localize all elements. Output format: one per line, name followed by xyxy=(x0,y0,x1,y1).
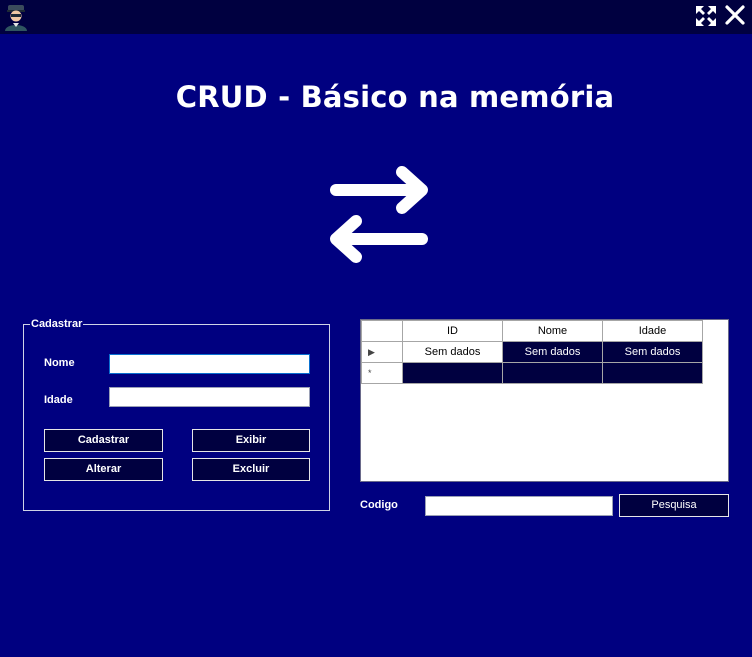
new-row-cell-age[interactable] xyxy=(602,362,703,384)
new-row-marker[interactable]: * xyxy=(361,362,403,384)
update-button[interactable]: Alterar xyxy=(44,458,163,481)
user-avatar-icon xyxy=(5,5,27,31)
column-header-name[interactable]: Nome xyxy=(502,320,603,342)
code-label: Codigo xyxy=(360,499,398,511)
new-row-cell-id[interactable] xyxy=(402,362,503,384)
new-row[interactable]: * xyxy=(361,362,703,384)
column-header-id[interactable]: ID xyxy=(402,320,503,342)
page-title: CRUD - Básico na memória xyxy=(175,80,615,114)
title-bar xyxy=(0,0,752,34)
grid-corner-header xyxy=(361,320,403,342)
new-row-cell-name[interactable] xyxy=(502,362,603,384)
grid-header-row: ID Nome Idade xyxy=(361,320,703,342)
grid-cell-id[interactable]: Sem dados xyxy=(402,341,503,363)
column-header-age[interactable]: Idade xyxy=(602,320,703,342)
current-row-marker[interactable]: ▶ xyxy=(361,341,403,363)
search-button[interactable]: Pesquisa xyxy=(619,494,729,517)
show-button[interactable]: Exibir xyxy=(192,429,310,452)
data-grid[interactable]: ID Nome Idade ▶ Sem dados Sem dados Sem … xyxy=(360,319,729,482)
maximize-icon[interactable] xyxy=(695,5,717,27)
grid-cell-name[interactable]: Sem dados xyxy=(502,341,603,363)
groupbox-legend: Cadastrar xyxy=(31,318,83,330)
name-label: Nome xyxy=(44,357,75,369)
code-search-input[interactable] xyxy=(425,496,613,516)
swap-arrows-icon xyxy=(330,166,428,263)
register-button[interactable]: Cadastrar xyxy=(44,429,163,452)
name-input[interactable] xyxy=(109,354,310,374)
grid-cell-age[interactable]: Sem dados xyxy=(602,341,703,363)
delete-button[interactable]: Excluir xyxy=(192,458,310,481)
age-input[interactable] xyxy=(109,387,310,407)
register-groupbox: Cadastrar xyxy=(23,318,330,511)
close-icon[interactable] xyxy=(724,4,746,26)
age-label: Idade xyxy=(44,394,73,406)
table-row[interactable]: ▶ Sem dados Sem dados Sem dados xyxy=(361,341,703,363)
